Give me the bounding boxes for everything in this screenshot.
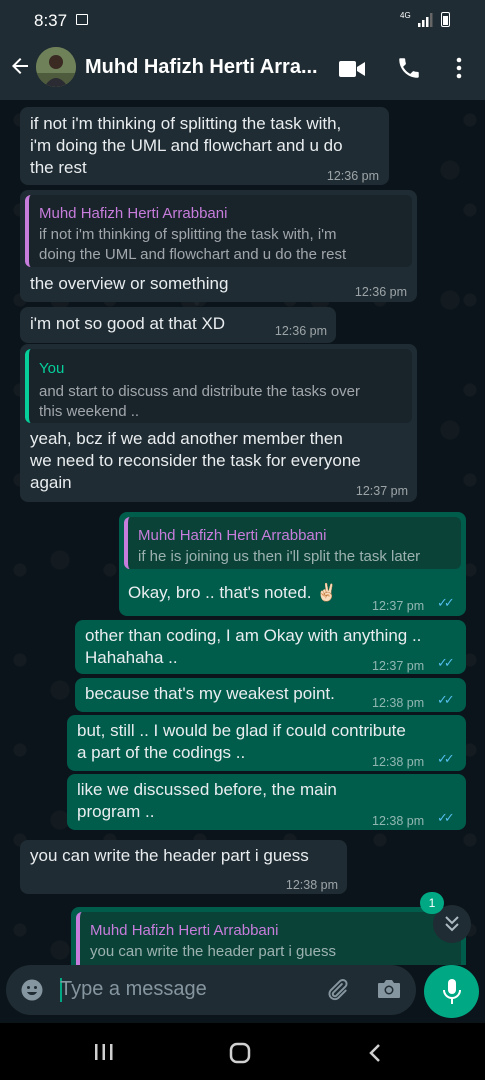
- quoted-message[interactable]: Muhd Hafizh Herti Arrabbani if not i'm t…: [25, 195, 412, 267]
- message-text: we need to reconsider the task for every…: [30, 451, 361, 470]
- message-text: other than coding, I am Okay with anythi…: [85, 626, 422, 645]
- message-text: if not i'm thinking of splitting the tas…: [30, 114, 342, 133]
- signal-icon: [418, 13, 433, 27]
- message-time: 12:38 pm: [372, 696, 425, 710]
- unread-count-badge: 1: [420, 892, 444, 914]
- camera-icon[interactable]: [376, 977, 402, 1001]
- attach-icon[interactable]: [324, 977, 350, 1003]
- message-text: again: [30, 473, 72, 492]
- message-incoming[interactable]: if not i'm thinking of splitting the tas…: [20, 107, 389, 185]
- message-text: yeah, bcz if we add another member then: [30, 429, 343, 448]
- message-text: because that's my weakest point.: [85, 684, 335, 703]
- double-chevron-down-icon: [445, 916, 459, 932]
- message-time: 12:36 pm: [326, 169, 379, 183]
- message-text: the rest: [30, 158, 87, 177]
- message-incoming-reply[interactable]: You and start to discuss and distribute …: [20, 344, 417, 502]
- system-navigation-bar: [0, 1023, 485, 1080]
- more-vert-icon[interactable]: [449, 57, 469, 79]
- message-outgoing[interactable]: like we discussed before, the main progr…: [67, 774, 466, 830]
- message-incoming[interactable]: i'm not so good at that XD 12:36 pm: [20, 307, 336, 343]
- message-composer: Type a message: [0, 965, 485, 1022]
- chat-area[interactable]: if not i'm thinking of splitting the tas…: [0, 100, 485, 965]
- message-time: 12:36 pm: [354, 285, 407, 299]
- message-text: you can write the header part i guess: [30, 846, 309, 865]
- quote-text: if he is joining us then i'll split the …: [138, 548, 421, 565]
- message-time: 12:38 pm: [285, 878, 338, 892]
- message-time: 12:37 pm: [355, 484, 408, 498]
- message-text: Okay, bro .. that's noted. ✌🏻: [128, 583, 338, 602]
- quoted-message[interactable]: Muhd Hafizh Herti Arrabbani you can writ…: [76, 912, 461, 965]
- message-text: i'm doing the UML and flowchart and u do: [30, 136, 343, 155]
- quoted-message[interactable]: You and start to discuss and distribute …: [25, 349, 412, 423]
- quote-text: and start to discuss and distribute the …: [39, 383, 360, 400]
- message-text: the overview or something: [30, 274, 229, 293]
- contact-name[interactable]: Muhd Hafizh Herti Arra...: [85, 56, 318, 79]
- battery-icon: [441, 12, 450, 27]
- quote-text: if not i'm thinking of splitting the tas…: [39, 226, 337, 243]
- message-time: 12:37 pm: [372, 659, 425, 673]
- message-time: 12:37 pm: [372, 599, 425, 613]
- gallery-notification-icon: [76, 14, 88, 25]
- message-time: 12:38 pm: [372, 755, 425, 769]
- back-arrow-icon[interactable]: [8, 54, 32, 78]
- quoted-message[interactable]: Muhd Hafizh Herti Arrabbani if he is joi…: [124, 517, 461, 569]
- video-call-icon[interactable]: [339, 60, 365, 78]
- double-check-icon: ✓✓: [437, 810, 455, 825]
- status-bar: 8:37 4G: [0, 0, 485, 40]
- avatar[interactable]: [36, 47, 76, 87]
- quote-author: You: [39, 360, 65, 377]
- phone-icon[interactable]: [396, 55, 422, 81]
- message-incoming-reply[interactable]: Muhd Hafizh Herti Arrabbani if not i'm t…: [20, 190, 417, 302]
- voice-record-button[interactable]: [424, 965, 479, 1018]
- message-incoming[interactable]: you can write the header part i guess 12…: [20, 840, 347, 894]
- message-outgoing-reply[interactable]: Muhd Hafizh Herti Arrabbani if he is joi…: [119, 512, 466, 616]
- mic-icon: [443, 979, 461, 1004]
- quote-author: Muhd Hafizh Herti Arrabbani: [90, 922, 279, 939]
- message-text: i'm not so good at that XD: [30, 314, 226, 333]
- status-time: 8:37: [34, 11, 68, 30]
- message-text: program ..: [77, 802, 155, 821]
- message-outgoing-reply[interactable]: Muhd Hafizh Herti Arrabbani you can writ…: [71, 907, 466, 965]
- double-check-icon: ✓✓: [437, 692, 455, 707]
- message-time: 12:38 pm: [372, 814, 425, 828]
- double-check-icon: ✓✓: [437, 595, 455, 610]
- nav-recent-icon[interactable]: [94, 1043, 114, 1061]
- message-placeholder: Type a message: [60, 978, 207, 1000]
- quote-text: doing the UML and flowchart and u do the…: [39, 246, 347, 263]
- quote-text: you can write the header part i guess: [90, 943, 336, 960]
- double-check-icon: ✓✓: [437, 655, 455, 670]
- message-outgoing[interactable]: but, still .. I would be glad if could c…: [67, 715, 466, 771]
- double-check-icon: ✓✓: [437, 751, 455, 766]
- nav-back-icon[interactable]: [368, 1043, 382, 1063]
- emoji-icon[interactable]: [20, 978, 44, 1002]
- chat-header: Muhd Hafizh Herti Arra...: [0, 40, 485, 100]
- nav-home-icon[interactable]: [229, 1042, 251, 1064]
- message-text: Hahahaha ..: [85, 648, 178, 667]
- message-text: but, still .. I would be glad if could c…: [77, 721, 406, 740]
- network-type: 4G: [400, 11, 411, 20]
- quote-author: Muhd Hafizh Herti Arrabbani: [39, 205, 228, 222]
- message-text: like we discussed before, the main: [77, 780, 337, 799]
- message-outgoing[interactable]: because that's my weakest point. 12:38 p…: [75, 678, 466, 712]
- quote-text: this weekend ..: [39, 403, 140, 420]
- message-time: 12:36 pm: [274, 324, 327, 338]
- message-outgoing[interactable]: other than coding, I am Okay with anythi…: [75, 620, 466, 674]
- quote-author: Muhd Hafizh Herti Arrabbani: [138, 527, 327, 544]
- message-input[interactable]: Type a message: [6, 965, 416, 1015]
- message-text: a part of the codings ..: [77, 743, 246, 762]
